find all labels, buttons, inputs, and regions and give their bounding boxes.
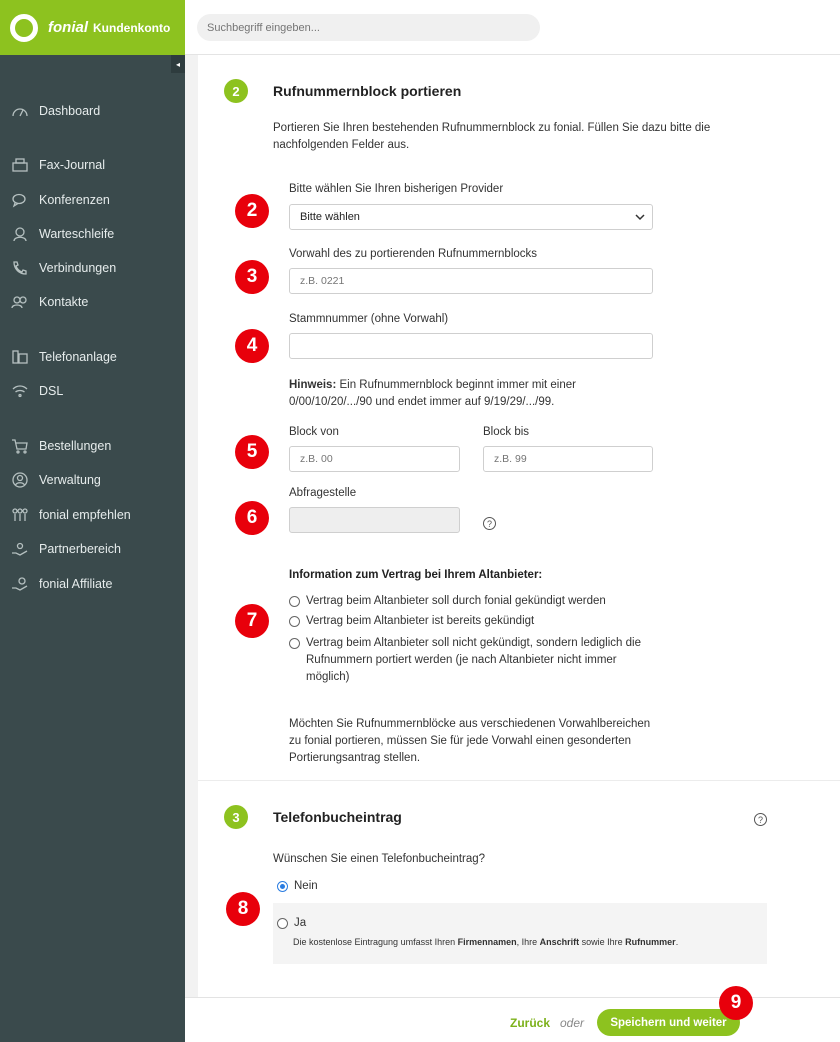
contacts-icon [10,293,30,311]
sidebar-item-verwaltung[interactable]: Verwaltung [10,469,101,491]
abfragestelle-label: Abfragestelle [289,487,357,499]
save-and-continue-button[interactable]: Speichern und weiter [597,1009,740,1036]
sidebar-collapse-button[interactable]: ◂ [171,55,185,73]
hint-text: Hinweis: Ein Rufnummernblock beginnt imm… [289,379,576,408]
sidebar-item-label: Kontakte [39,295,89,309]
people-icon [10,506,30,524]
handshake-icon [10,540,30,558]
sidebar-item-fonial-empfehlen[interactable]: fonial empfehlen [10,504,131,526]
brand-name: fonial [48,19,88,36]
telefonbuch-option-ja[interactable]: Ja [277,915,306,932]
annotation-marker: 9 [719,986,753,1020]
provider-select[interactable]: Bitte wählen [289,204,653,230]
sidebar-item-telefonanlage[interactable]: Telefonanlage [10,346,117,368]
contract-option-nicht-kuendigen[interactable]: Vertrag beim Altanbieter soll nicht gekü… [289,635,641,686]
search-input[interactable] [197,14,540,41]
stammnummer-label: Stammnummer (ohne Vorwahl) [289,313,449,325]
sidebar-item-fax-journal[interactable]: Fax-Journal [10,154,105,176]
gauge-icon [10,102,30,120]
phone-icon [10,259,30,277]
contract-option-bereits-gekuendigt[interactable]: Vertrag beim Altanbieter ist bereits gek… [289,613,534,630]
hand-coin-icon [10,575,30,593]
section-title-rufnummernblock: Rufnummernblock portieren [273,83,462,99]
telefonbuch-option-nein[interactable]: Nein [277,878,318,895]
main-content: 2 Rufnummernblock portieren Portieren Si… [198,55,840,997]
help-icon[interactable]: ? [483,517,496,530]
chevron-down-icon [635,214,645,221]
section-title-telefonbucheintrag: Telefonbucheintrag [273,809,402,825]
sidebar: ◂ Dashboard Fax-Journal Konferenzen Wart… [0,55,185,1042]
sidebar-item-verbindungen[interactable]: Verbindungen [10,257,116,279]
annotation-marker: 8 [226,892,260,926]
step-number-badge: 3 [224,805,248,829]
agent-icon [10,225,30,243]
provider-select-value: Bitte wählen [300,211,360,223]
sidebar-item-kontakte[interactable]: Kontakte [10,291,88,313]
sidebar-item-konferenzen[interactable]: Konferenzen [10,189,110,211]
pbx-icon [10,348,30,366]
contract-heading: Information zum Vertrag bei Ihrem Altanb… [289,569,543,581]
user-icon [10,471,30,489]
section-intro: Portieren Sie Ihren bestehenden Rufnumme… [273,122,711,151]
sidebar-item-label: Bestellungen [39,439,112,453]
abfragestelle-input [289,507,460,533]
fonial-logo-icon [10,13,38,42]
sidebar-item-label: DSL [39,384,64,398]
sidebar-item-label: Verwaltung [39,473,101,487]
sidebar-item-label: Verbindungen [39,261,117,275]
top-bar: fonial Kundenkonto [0,0,840,55]
portierung-note: Möchten Sie Rufnummernblöcke aus verschi… [289,718,651,764]
sidebar-item-fonial-affiliate[interactable]: fonial Affiliate [10,573,112,595]
back-link[interactable]: Zurück [510,1016,550,1030]
annotation-marker: 3 [235,260,269,294]
block-bis-label: Block bis [483,426,530,438]
step-number-badge: 2 [224,79,248,103]
radio-button-selected[interactable] [277,881,288,892]
sidebar-item-warteschleife[interactable]: Warteschleife [10,223,114,245]
telefonbuch-question: Wünschen Sie einen Telefonbucheintrag? [273,853,486,865]
radio-button[interactable] [289,638,300,649]
sidebar-item-label: fonial empfehlen [39,508,131,522]
annotation-marker: 2 [235,194,269,228]
wifi-icon [10,382,30,400]
sidebar-item-label: Konferenzen [39,193,110,207]
block-von-label: Block von [289,426,339,438]
vorwahl-label: Vorwahl des zu portierenden Rufnummernbl… [289,248,538,260]
vorwahl-input[interactable] [289,268,653,294]
chat-icon [10,191,30,209]
telefonbuch-ja-box [273,903,767,964]
provider-label: Bitte wählen Sie Ihren bisherigen Provid… [289,183,504,195]
block-bis-input[interactable] [483,446,653,472]
sidebar-item-label: Partnerbereich [39,542,121,556]
sidebar-item-label: Fax-Journal [39,158,105,172]
sidebar-item-bestellungen[interactable]: Bestellungen [10,435,111,457]
sidebar-item-label: Telefonanlage [39,350,117,364]
sidebar-item-label: Warteschleife [39,227,115,241]
or-text: oder [560,1016,585,1030]
sidebar-item-label: fonial Affiliate [39,577,113,591]
help-icon[interactable]: ? [754,813,767,826]
stammnummer-input[interactable] [289,333,653,359]
sidebar-item-partnerbereich[interactable]: Partnerbereich [10,538,121,560]
cart-icon [10,437,30,455]
sidebar-item-dsl[interactable]: DSL [10,380,63,402]
section-divider [198,780,840,781]
brand-logo-area[interactable]: fonial Kundenkonto [0,0,185,55]
radio-button[interactable] [289,596,300,607]
block-von-input[interactable] [289,446,460,472]
annotation-marker: 5 [235,435,269,469]
radio-button[interactable] [289,616,300,627]
sidebar-item-label: Dashboard [39,104,101,118]
fax-icon [10,156,30,174]
sidebar-item-dashboard[interactable]: Dashboard [10,100,100,122]
annotation-marker: 4 [235,329,269,363]
contract-option-fonial-kuendigt[interactable]: Vertrag beim Altanbieter soll durch foni… [289,593,606,610]
telefonbuch-ja-description: Die kostenlose Eintragung umfasst Ihren … [293,937,679,947]
radio-button[interactable] [277,918,288,929]
annotation-marker: 7 [235,604,269,638]
collapse-arrow-icon: ◂ [175,59,180,69]
brand-subtitle: Kundenkonto [93,20,171,35]
annotation-marker: 6 [235,501,269,535]
